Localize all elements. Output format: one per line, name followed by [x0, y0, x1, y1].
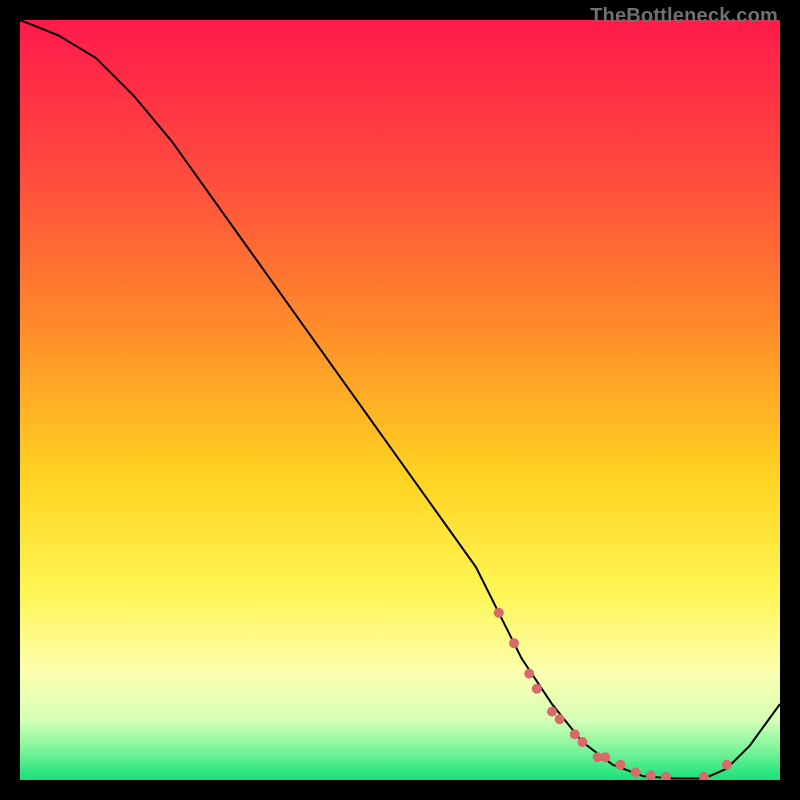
highlight-dot	[547, 707, 557, 717]
highlight-dot	[570, 729, 580, 739]
chart-svg	[20, 20, 780, 780]
highlight-dot	[615, 760, 625, 770]
chart-stage: TheBottleneck.com	[0, 0, 800, 800]
highlight-dot	[577, 737, 587, 747]
highlight-dot	[509, 638, 519, 648]
watermark-text: TheBottleneck.com	[590, 5, 778, 28]
chart-background	[20, 20, 780, 780]
highlight-dot	[631, 767, 641, 777]
highlight-dot	[494, 608, 504, 618]
highlight-dot	[722, 760, 732, 770]
chart-plot-area	[20, 20, 780, 780]
highlight-dot	[646, 770, 656, 780]
highlight-dot	[555, 714, 565, 724]
highlight-dot	[600, 752, 610, 762]
highlight-dot	[532, 684, 542, 694]
highlight-dot	[524, 669, 534, 679]
